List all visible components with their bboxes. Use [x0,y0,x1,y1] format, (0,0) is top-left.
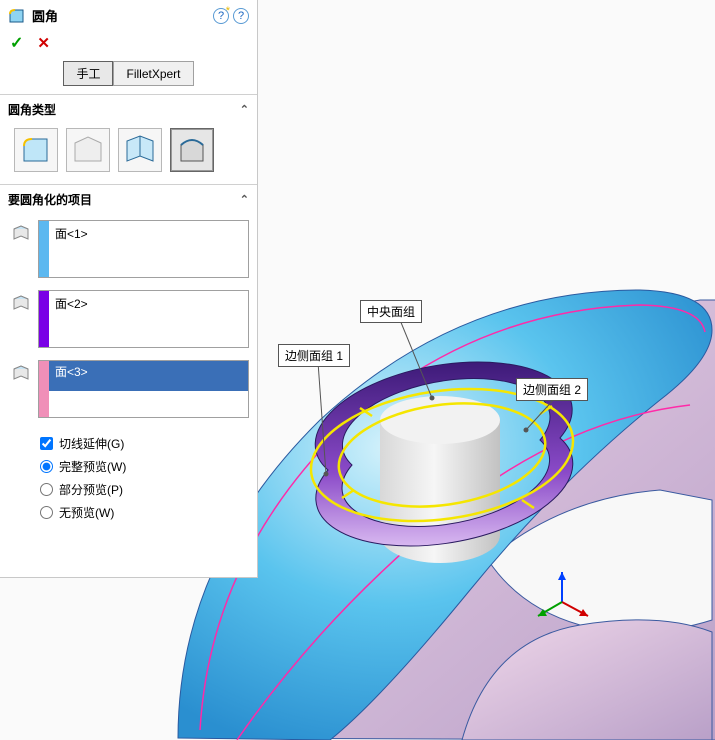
fillet-type-full-round[interactable] [170,128,214,172]
face-set-2-box[interactable]: 面<2> [38,290,249,348]
help-tips-icon[interactable]: ? [213,8,229,24]
opt-no-preview[interactable]: 无预览(W) [40,501,247,524]
no-preview-radio[interactable] [40,506,53,519]
section-items: 要圆角化的项目 ⌃ 面<1> 面<2> [0,184,257,532]
panel-title: 圆角 [32,6,207,25]
fillet-type-constant[interactable] [14,128,58,172]
tangent-checkbox[interactable] [40,437,53,450]
full-preview-radio[interactable] [40,460,53,473]
fillet-property-panel: 圆角 ? ? ✓ ✕ 手工 FilletXpert 圆角类型 ⌃ [0,0,258,578]
callout-center[interactable]: 中央面组 [360,300,422,323]
face-set-icon [10,292,32,314]
fillet-feature-icon [8,7,26,25]
face-set-3-value: 面<3> [49,361,248,391]
ok-button[interactable]: ✓ [10,33,23,53]
callout-side2[interactable]: 边侧面组 2 [516,378,588,401]
partial-preview-radio[interactable] [40,483,53,496]
mode-tabs: 手工 FilletXpert [0,59,257,94]
section-title-type: 圆角类型 [8,101,56,118]
section-title-items: 要圆角化的项目 [8,191,92,208]
face-set-1-value: 面<1> [49,221,248,277]
face-set-1-box[interactable]: 面<1> [38,220,249,278]
callout-side1[interactable]: 边侧面组 1 [278,344,350,367]
face-set-icon [10,222,32,244]
opt-partial-preview[interactable]: 部分预览(P) [40,478,247,501]
opt-tangent[interactable]: 切线延伸(G) [40,432,247,455]
tab-manual[interactable]: 手工 [63,61,113,86]
opt-full-preview[interactable]: 完整预览(W) [40,455,247,478]
face-set-icon [10,362,32,384]
chevron-up-icon: ⌃ [240,103,249,116]
face-set-2-value: 面<2> [49,291,248,347]
help-icon[interactable]: ? [233,8,249,24]
section-header-items[interactable]: 要圆角化的项目 ⌃ [0,185,257,214]
section-fillet-type: 圆角类型 ⌃ [0,94,257,184]
preview-options: 切线延伸(G) 完整预览(W) 部分预览(P) 无预览(W) [0,424,257,532]
section-header-type[interactable]: 圆角类型 ⌃ [0,95,257,124]
tab-filletxpert[interactable]: FilletXpert [113,61,193,86]
cancel-button[interactable]: ✕ [37,34,50,52]
confirm-row: ✓ ✕ [0,29,257,59]
face-set-3-box[interactable]: 面<3> [38,360,249,418]
fillet-type-face[interactable] [118,128,162,172]
panel-header: 圆角 ? ? [0,0,257,29]
fillet-type-variable[interactable] [66,128,110,172]
chevron-up-icon: ⌃ [240,193,249,206]
